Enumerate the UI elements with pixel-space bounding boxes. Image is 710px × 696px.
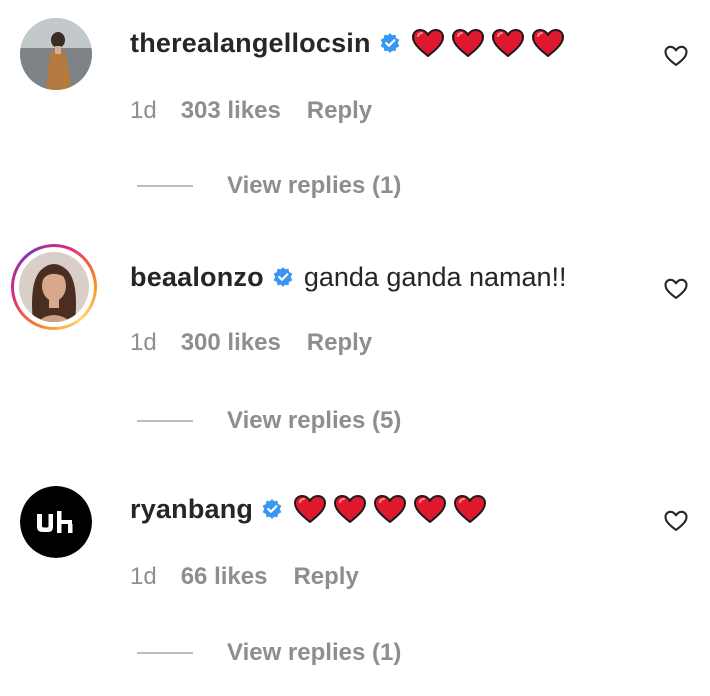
view-replies-button[interactable]: View replies (1) — [137, 172, 401, 200]
red-heart-emoji — [531, 29, 564, 57]
comment-header: beaalonzo ganda ganda naman!! — [130, 260, 567, 294]
heart-outline-icon[interactable] — [662, 274, 690, 302]
heart-outline-icon[interactable] — [662, 506, 690, 534]
red-heart-emoji — [334, 495, 367, 523]
red-heart-emoji — [454, 495, 487, 523]
comment-meta: 1d 303 likes Reply — [130, 97, 372, 125]
username-link[interactable]: ryanbang — [130, 492, 253, 526]
view-replies-button[interactable]: View replies (1) — [137, 639, 401, 667]
red-heart-emoji — [374, 495, 407, 523]
divider-line — [137, 420, 193, 422]
comment-time: 1d — [130, 97, 157, 124]
likes-count[interactable]: 66 likes — [181, 563, 268, 591]
comment-item: therealangellocsin 1d 303 likes Reply Vi… — [0, 0, 710, 232]
comment-time: 1d — [130, 563, 157, 590]
heart-outline-icon[interactable] — [662, 41, 690, 69]
avatar[interactable] — [20, 18, 92, 90]
view-replies-label: View replies (5) — [227, 407, 402, 434]
red-heart-emoji — [491, 29, 524, 57]
comment-header: ryanbang — [130, 492, 487, 526]
heart-emojis — [293, 494, 487, 524]
reply-button[interactable]: Reply — [293, 563, 358, 591]
view-replies-label: View replies (1) — [227, 172, 402, 199]
comment-meta: 1d 66 likes Reply — [130, 563, 359, 591]
verified-badge-icon — [380, 33, 400, 53]
comment-text: ganda ganda naman!! — [303, 262, 567, 292]
verified-badge-icon — [273, 267, 293, 287]
heart-emojis — [411, 28, 565, 58]
comment-meta: 1d 300 likes Reply — [130, 329, 372, 357]
avatar[interactable] — [20, 486, 92, 558]
username-link[interactable]: beaalonzo — [130, 260, 264, 294]
view-replies-label: View replies (1) — [227, 639, 402, 666]
red-heart-emoji — [411, 29, 444, 57]
reply-button[interactable]: Reply — [307, 329, 372, 357]
reply-button[interactable]: Reply — [307, 97, 372, 125]
likes-count[interactable]: 303 likes — [181, 97, 281, 125]
comment-item: beaalonzo ganda ganda naman!! 1d 300 lik… — [0, 232, 710, 464]
verified-badge-icon — [262, 499, 282, 519]
red-heart-emoji — [414, 495, 447, 523]
red-heart-emoji — [451, 29, 484, 57]
divider-line — [137, 185, 193, 187]
view-replies-button[interactable]: View replies (5) — [137, 407, 401, 435]
comment-time: 1d — [130, 329, 157, 356]
likes-count[interactable]: 300 likes — [181, 329, 281, 357]
username-link[interactable]: therealangellocsin — [130, 26, 371, 60]
comment-header: therealangellocsin — [130, 26, 565, 60]
avatar[interactable] — [19, 252, 89, 322]
red-heart-emoji — [294, 495, 327, 523]
divider-line — [137, 652, 193, 654]
comment-item: ryanbang 1d 66 likes Reply View replies … — [0, 464, 710, 696]
